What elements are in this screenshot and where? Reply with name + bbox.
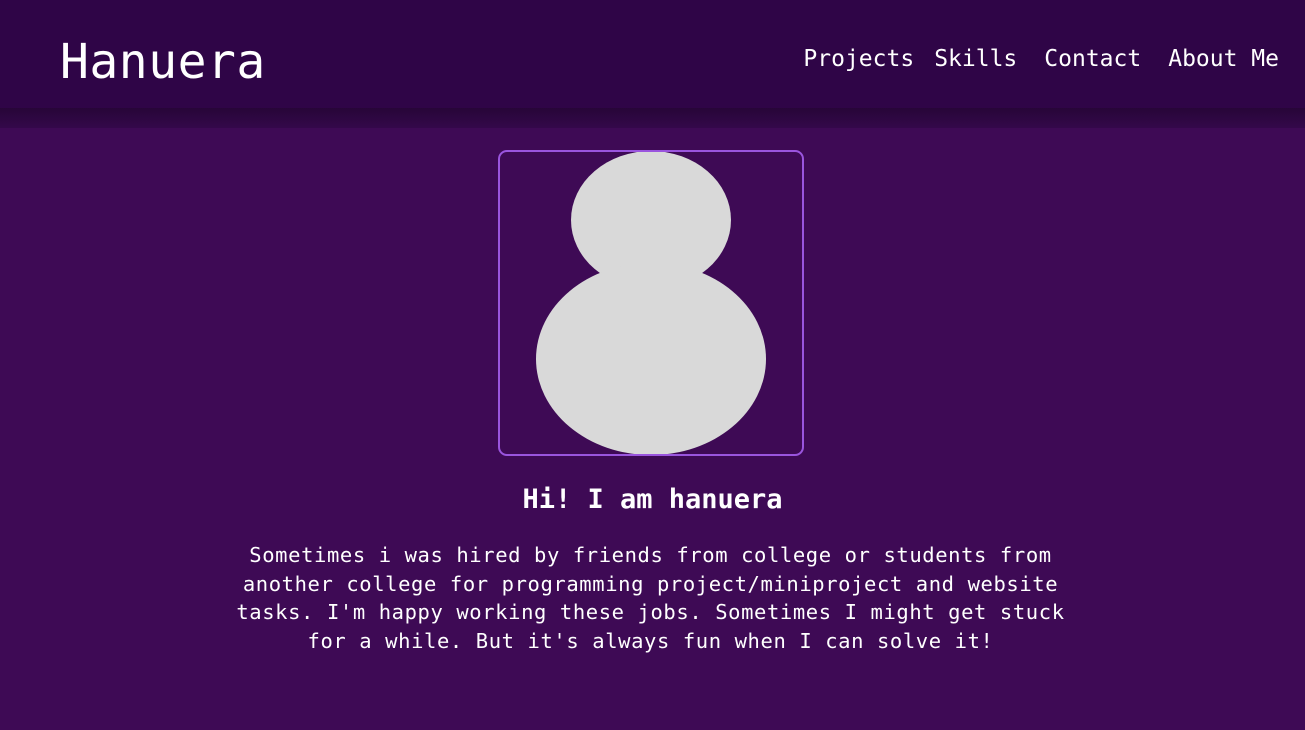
hero-bio: Sometimes i was hired by friends from co… <box>236 543 1065 653</box>
nav-link-skills[interactable]: Skills <box>934 44 1017 74</box>
profile-avatar-frame <box>498 150 804 456</box>
nav-link-about-me[interactable]: About Me <box>1168 44 1279 74</box>
site-brand[interactable]: Hanuera <box>60 30 266 94</box>
top-navbar: Hanuera Projects Skills Contact About Me <box>0 0 1305 108</box>
hero-headline: Hi! I am hanuera <box>522 484 783 515</box>
main-nav: Projects Skills Contact About Me <box>803 44 1279 74</box>
person-silhouette-icon <box>536 152 766 454</box>
nav-link-projects[interactable]: Projects <box>803 44 914 74</box>
header-shadow <box>0 108 1305 128</box>
nav-link-contact[interactable]: Contact <box>1044 44 1141 74</box>
